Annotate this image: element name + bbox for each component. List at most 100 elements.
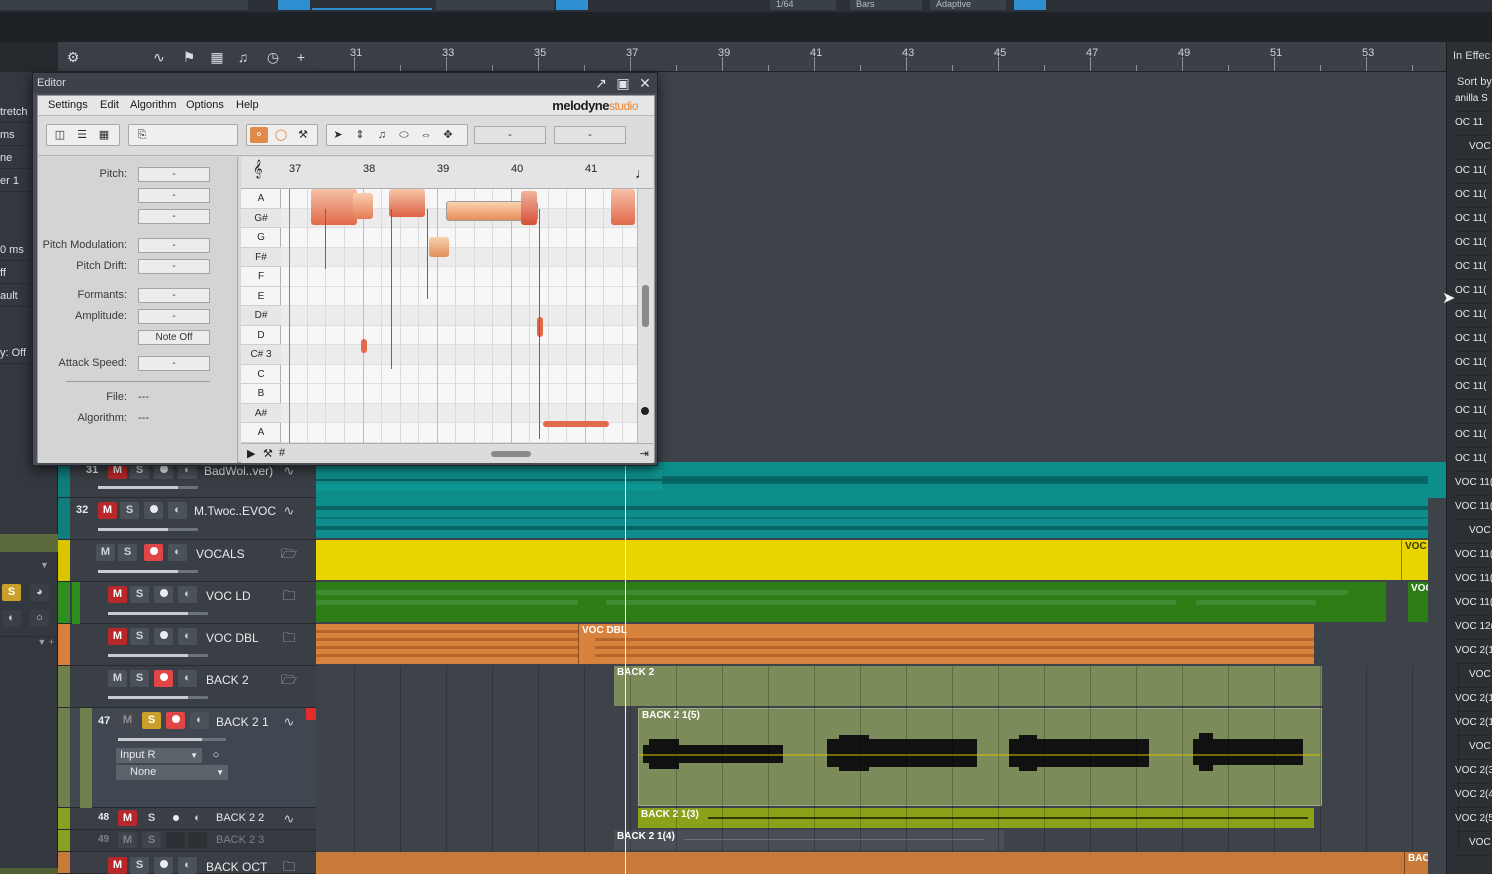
track-name[interactable]: BACK 2 3 [216, 834, 264, 846]
track-name[interactable]: BACK 2 2 [216, 812, 264, 824]
browser-item[interactable]: OC 11 [1455, 112, 1492, 136]
track-header[interactable]: 32 M S ◐ M.Twoc..EVOC ∿ [58, 498, 316, 540]
track-header[interactable]: M S ◐ BACK 2 🗁 [58, 666, 316, 708]
attack-speed-field[interactable]: - [138, 356, 210, 371]
track-name[interactable]: BACK 2 [206, 673, 249, 687]
add-icon[interactable]: + [292, 48, 310, 66]
solo-button[interactable]: S [130, 857, 149, 874]
track-name[interactable]: VOCALS [196, 547, 245, 561]
folder-event[interactable]: BACI [1404, 852, 1428, 874]
clock-icon[interactable]: ◷ [264, 48, 282, 66]
solo-button[interactable]: S [130, 586, 149, 603]
track-lane[interactable] [316, 498, 1446, 540]
top-segment-active[interactable] [556, 0, 588, 10]
snap-toggle[interactable] [1014, 0, 1046, 10]
scrub-icon[interactable]: ⚒ [263, 447, 273, 460]
folder-event[interactable] [316, 582, 1386, 622]
mute-button[interactable]: M [108, 857, 127, 874]
browser-item[interactable]: VOC 2(4 [1455, 784, 1492, 808]
solo-button[interactable]: S [130, 670, 149, 687]
piano-key[interactable]: D# [241, 306, 281, 326]
menu-edit[interactable]: Edit [100, 99, 119, 111]
amplitude-tool-icon[interactable]: ⬭ [395, 127, 413, 143]
track-header-selected[interactable]: 47 M S ◐ BACK 2 1 ∿ Input R ▼ ○ None ▼ [58, 708, 316, 808]
volume-slider[interactable] [118, 738, 226, 741]
track-header[interactable]: M S ◐ VOC LD 🗀 [58, 582, 316, 624]
playhead-cursor[interactable] [625, 462, 626, 874]
horizontal-scrollbar[interactable]: ▶ ⚒ # ⇥ [241, 443, 653, 463]
detach-icon[interactable]: ↗ [593, 75, 609, 91]
pitch-tool-icon[interactable]: ⇕ [351, 127, 369, 143]
note-blob[interactable] [389, 189, 425, 217]
bars-icon[interactable]: ▦ [95, 127, 113, 143]
pitch-field[interactable]: - [138, 167, 210, 182]
monitor-button[interactable]: ◐ [178, 628, 197, 645]
folder-event[interactable] [316, 540, 1401, 580]
scroll-thumb[interactable] [491, 451, 531, 457]
record-arm-button[interactable] [154, 670, 173, 687]
record-arm-button[interactable] [154, 857, 173, 874]
monitor-button[interactable]: ◐ [188, 810, 207, 826]
piano-key[interactable]: A [241, 423, 281, 443]
menu-settings[interactable]: Settings [48, 99, 88, 111]
monitor-button[interactable]: ◐ [178, 857, 197, 874]
maximize-icon[interactable]: ▣ [615, 75, 631, 91]
note-blob[interactable] [611, 189, 635, 225]
note-blob[interactable] [543, 421, 609, 427]
track-header[interactable]: M S ◐ VOCALS 🗁 [58, 540, 316, 582]
toolbar-field[interactable]: - [474, 126, 546, 144]
piano-key[interactable]: E [241, 287, 281, 306]
mute-button[interactable]: M [118, 712, 137, 729]
treble-clef-icon[interactable]: 𝄞 [253, 161, 262, 179]
menu-algorithm[interactable]: Algorithm [130, 99, 176, 111]
browser-item[interactable]: OC 11( [1455, 280, 1492, 304]
volume-slider[interactable] [108, 696, 208, 699]
pitch-deviation-field[interactable]: - [138, 209, 210, 224]
piano-key[interactable]: D [241, 326, 281, 345]
quantize-icon[interactable]: ◯ [272, 127, 290, 143]
piano-key[interactable]: C [241, 365, 281, 384]
audio-event[interactable] [316, 498, 1428, 538]
volume-slider[interactable] [98, 570, 198, 573]
note-blob[interactable] [537, 317, 543, 337]
solo-button[interactable]: S [130, 628, 149, 645]
track-header[interactable]: 48 M S ◐ BACK 2 2 ∿ [58, 808, 316, 830]
record-arm-button[interactable] [166, 832, 185, 848]
solo-button[interactable]: S [2, 584, 21, 601]
audio-event[interactable]: BACK 2 1(3) [638, 808, 1314, 828]
record-arm-button[interactable] [144, 502, 163, 519]
piano-key[interactable]: C# 3 [241, 345, 281, 365]
inspector-toggle-icon[interactable]: ◫ [51, 127, 69, 143]
volume-slider[interactable] [98, 528, 198, 531]
browser-item[interactable]: VOC [1455, 136, 1492, 160]
solo-button[interactable]: S [142, 712, 161, 729]
track-lane[interactable]: BACK 2 1(3) [316, 808, 1446, 830]
note-blob[interactable] [361, 339, 367, 353]
monitor-button[interactable]: ◐ [178, 670, 197, 687]
wrench-icon[interactable]: ⚙ [64, 48, 82, 66]
piano-key[interactable]: A [241, 189, 281, 209]
folder-icon[interactable]: 🗀 [280, 631, 298, 645]
volume-slider[interactable] [108, 654, 208, 657]
zoom-fit-icon[interactable]: ⇥ [640, 447, 649, 460]
record-arm-button[interactable] [154, 586, 173, 603]
menu-options[interactable]: Options [186, 99, 224, 111]
browser-item[interactable]: VOC [1455, 664, 1492, 688]
track-header[interactable]: M S ◐ VOC DBL 🗀 [58, 624, 316, 666]
vertical-scrollbar[interactable] [637, 189, 653, 443]
solo-button[interactable]: S [142, 832, 161, 848]
monitor-input-icon[interactable]: ○ [208, 748, 224, 763]
automation-icon[interactable]: ∿ [150, 48, 168, 66]
monitor-button[interactable]: ◐ [190, 712, 209, 729]
output-select[interactable]: None ▼ [116, 765, 228, 780]
note-icon[interactable]: ♫ [234, 48, 252, 66]
track-name[interactable]: BACK OCT [206, 860, 267, 874]
scroll-thumb[interactable] [642, 285, 649, 327]
browser-item[interactable]: OC 11( [1455, 304, 1492, 328]
grid-icon[interactable]: # [279, 447, 285, 459]
volume-slider[interactable] [108, 612, 208, 615]
pitch-cents-field[interactable]: - [138, 188, 210, 203]
track-header[interactable]: M S ◐ BACK OCT 🗀 [58, 852, 316, 874]
browser-item[interactable]: OC 11( [1455, 256, 1492, 280]
browser-item[interactable]: OC 11( [1455, 160, 1492, 184]
